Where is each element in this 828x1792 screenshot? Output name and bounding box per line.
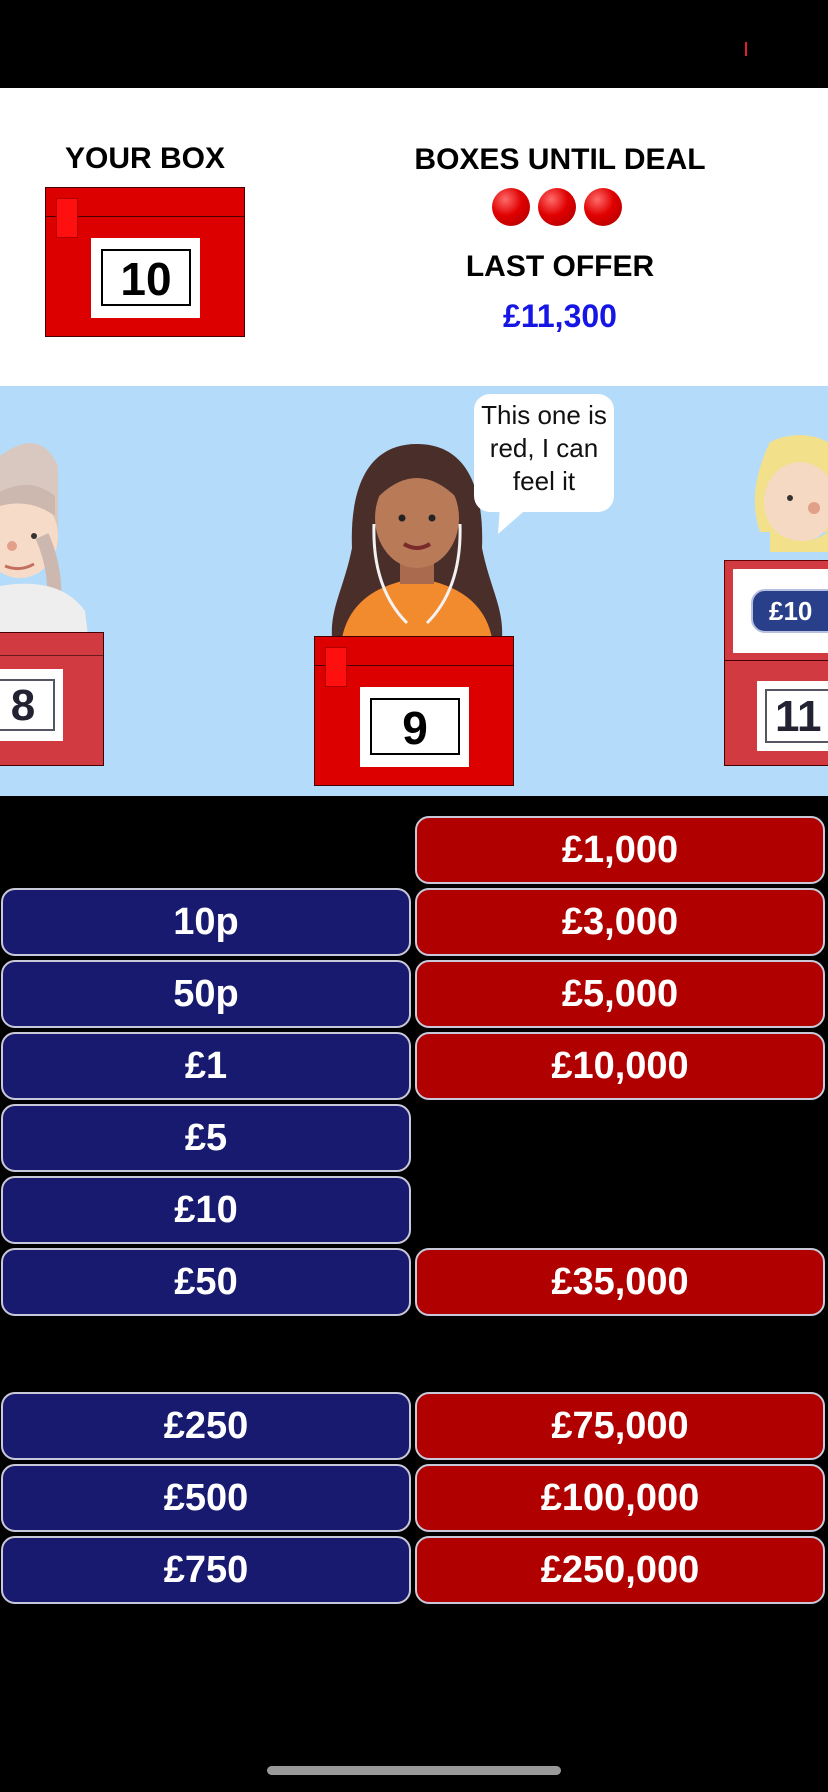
- deal-counter-dot: [538, 188, 576, 226]
- last-offer-label: LAST OFFER: [465, 250, 655, 283]
- value-tile-blue: £10: [1, 1176, 411, 1244]
- right-offer-panel: £10: [724, 560, 828, 664]
- status-indicator-icon: [745, 42, 747, 56]
- value-tile-red: £1,000: [415, 816, 825, 884]
- speech-bubble-tail: [498, 506, 530, 534]
- value-tile-red: £35,000: [415, 1248, 825, 1316]
- box-card: 9: [360, 687, 469, 767]
- last-offer-value: £11,300: [503, 298, 617, 334]
- value-tile-blue: 50p: [1, 960, 411, 1028]
- your-box-number: 10: [101, 249, 191, 306]
- speech-text: This one is red, I can feel it: [481, 400, 607, 496]
- status-bar: [0, 0, 828, 88]
- box-card: 11: [757, 681, 828, 751]
- value-tile-blue: 10p: [1, 888, 411, 956]
- contestant-right-avatar: [754, 435, 828, 552]
- center-box-number: 9: [370, 698, 460, 755]
- your-box-label: YOUR BOX: [64, 142, 226, 175]
- speech-bubble: This one is red, I can feel it: [474, 394, 614, 512]
- value-tile-blue: £5: [1, 1104, 411, 1172]
- value-tile-red: £3,000: [415, 888, 825, 956]
- your-box[interactable]: 10: [45, 187, 245, 337]
- value-tile-red: £10,000: [415, 1032, 825, 1100]
- value-tile-blue: £750: [1, 1536, 411, 1604]
- right-offer-label: £10: [769, 596, 813, 626]
- value-tile-red: £75,000: [415, 1392, 825, 1460]
- deal-counter-dot: [492, 188, 530, 226]
- contestant-left-box[interactable]: 8: [0, 632, 104, 766]
- box-tag: [56, 198, 78, 238]
- deal-counter-dot: [584, 188, 622, 226]
- value-tile-blue: £50: [1, 1248, 411, 1316]
- box-lid: [0, 655, 103, 656]
- box-card: 10: [91, 238, 200, 318]
- right-box-number: 11: [765, 689, 828, 743]
- contestant-right-box[interactable]: 11: [724, 660, 828, 766]
- left-box-number: 8: [0, 679, 55, 731]
- box-tag: [325, 647, 347, 687]
- box-card: 8: [0, 669, 63, 741]
- boxes-until-deal-label: BOXES UNTIL DEAL: [414, 143, 706, 176]
- contestant-center-box[interactable]: 9: [314, 636, 514, 786]
- value-tile-blue: £250: [1, 1392, 411, 1460]
- contestant-stage: 8 This one is red, I can feel it 9 £10 1…: [0, 386, 828, 796]
- value-tile-red: £5,000: [415, 960, 825, 1028]
- value-tile-red: £250,000: [415, 1536, 825, 1604]
- home-indicator[interactable]: [267, 1766, 561, 1775]
- value-tile-blue: £500: [1, 1464, 411, 1532]
- value-tile-red: £100,000: [415, 1464, 825, 1532]
- contestant-left-avatar: [0, 443, 88, 636]
- right-offer-chip: £10: [751, 589, 828, 633]
- value-tile-blue: £1: [1, 1032, 411, 1100]
